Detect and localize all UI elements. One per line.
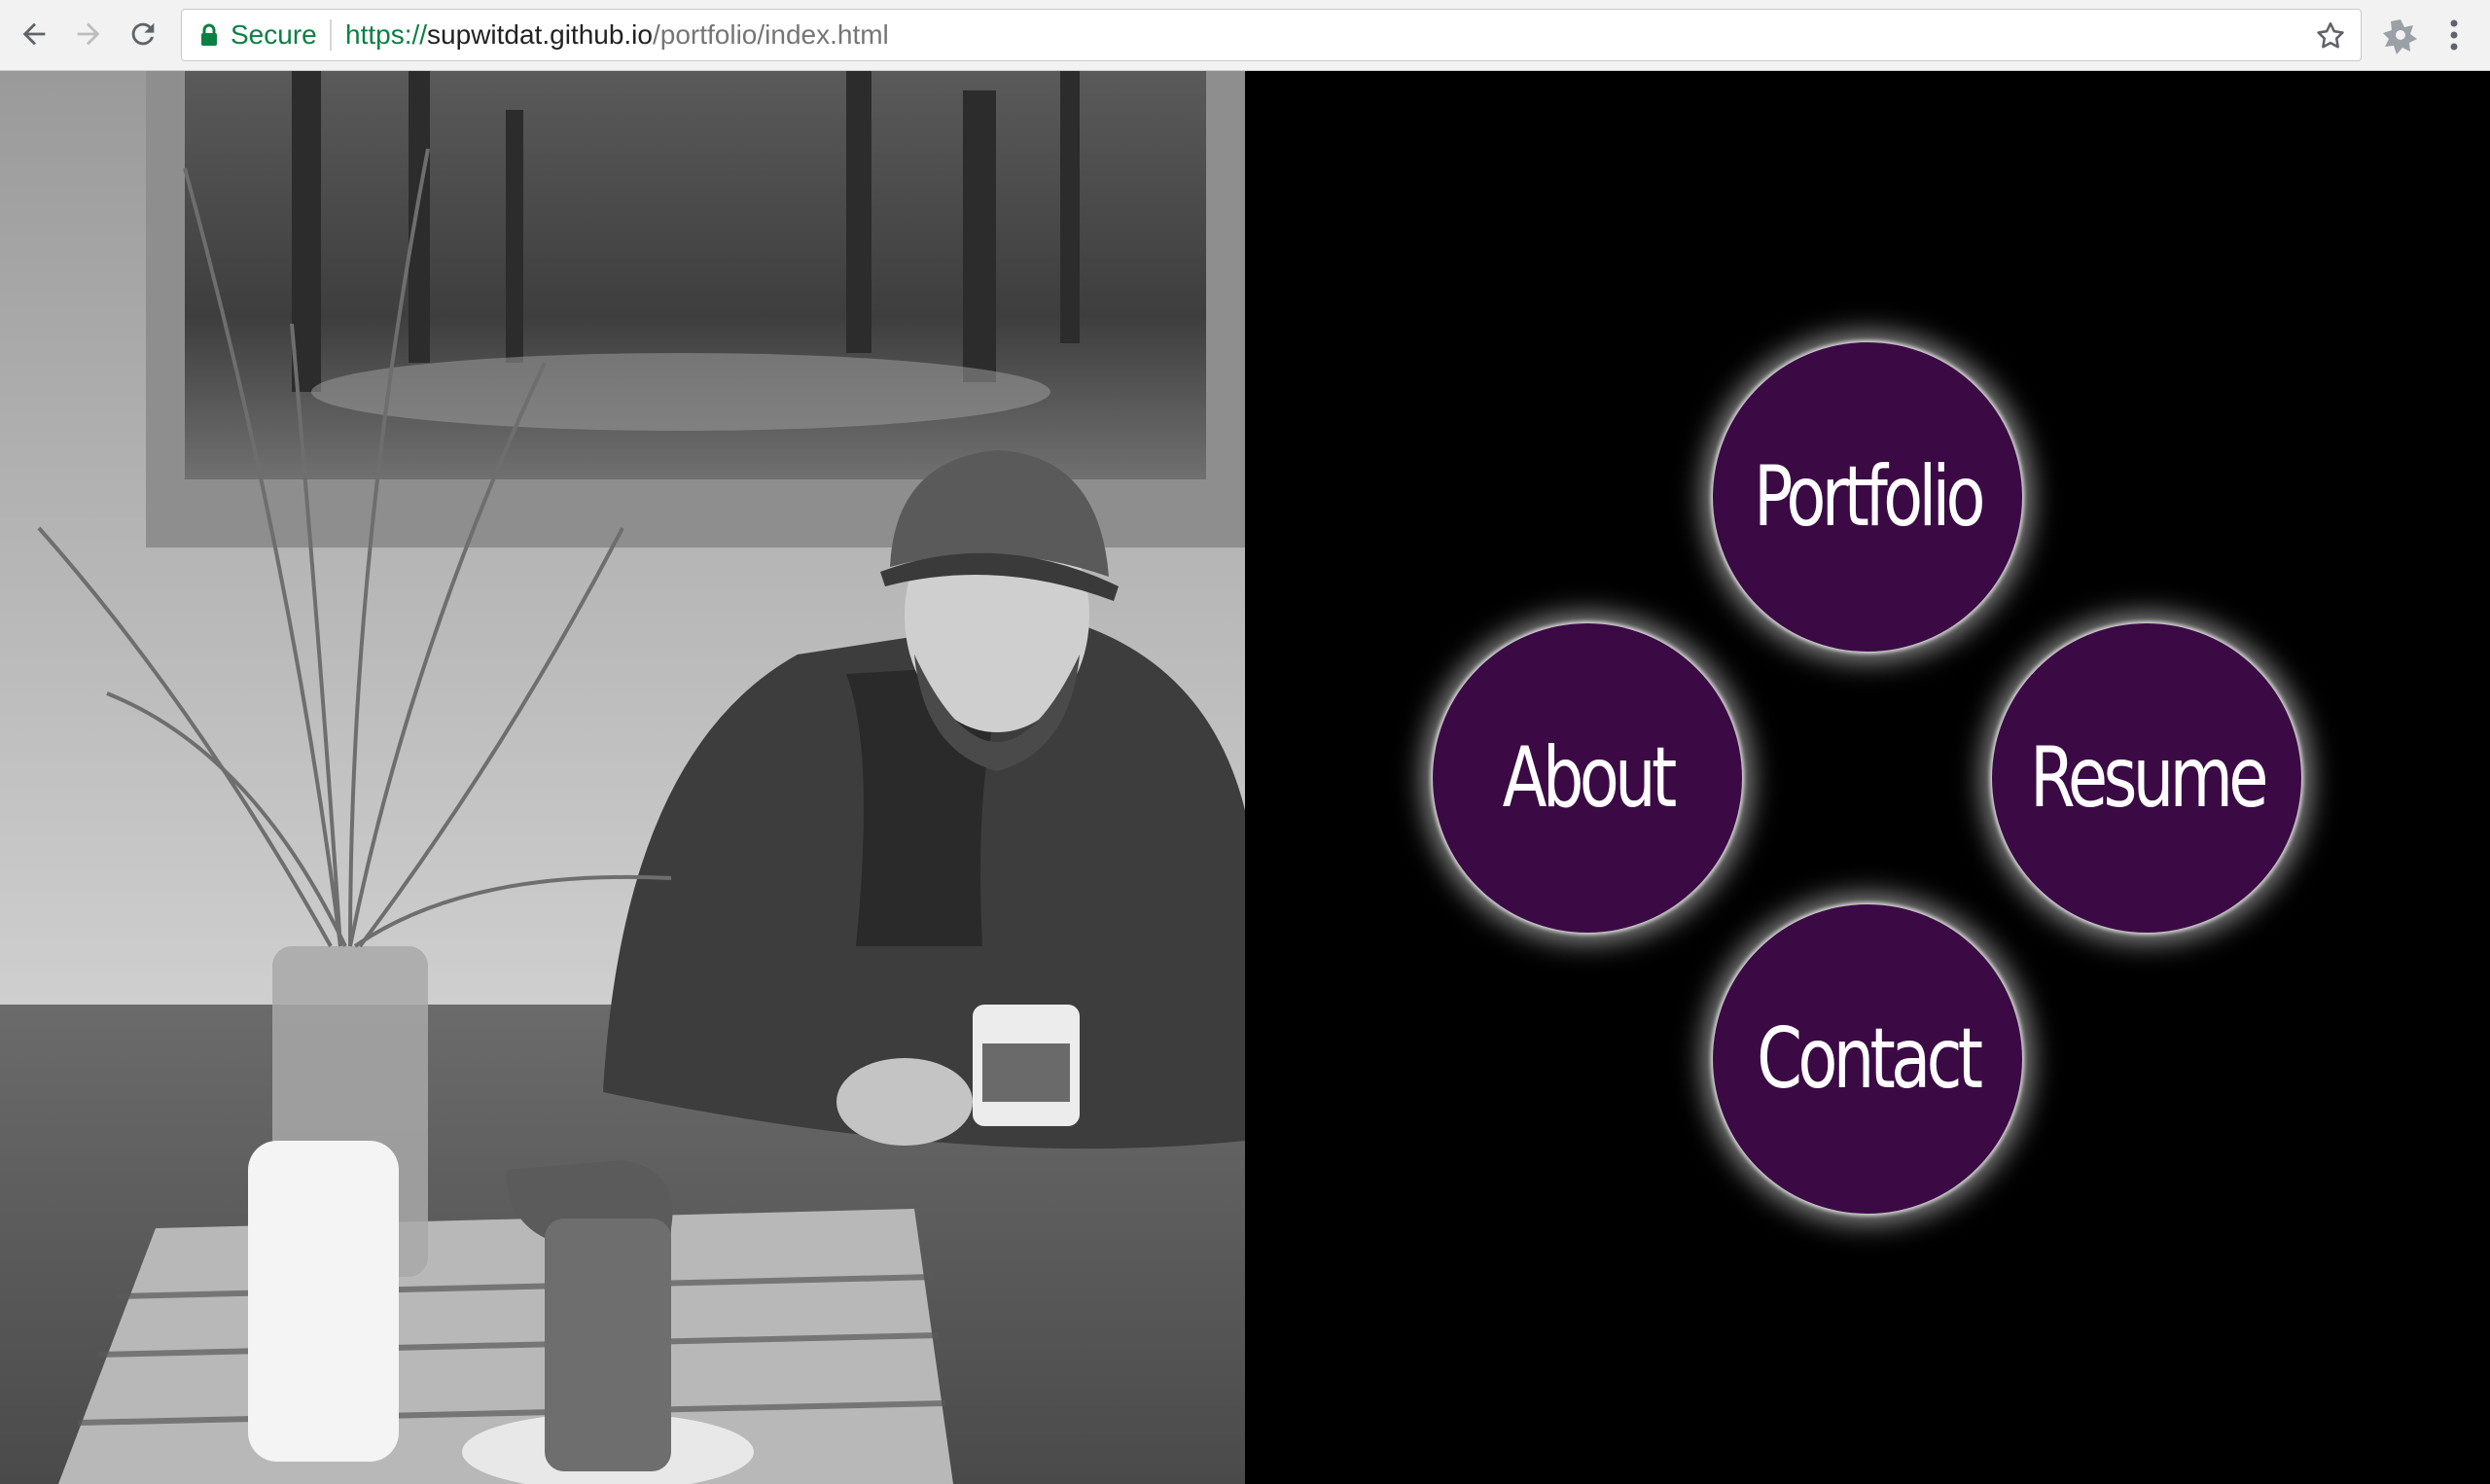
- nav-resume-label: Resume: [2029, 729, 2269, 827]
- nav-about-button[interactable]: About: [1433, 623, 1742, 933]
- nav-contact-button[interactable]: Contact: [1713, 904, 2022, 1214]
- nav-contact-label: Contact: [1756, 1010, 1983, 1108]
- bookmark-star-icon[interactable]: [2314, 19, 2347, 53]
- extension-icon[interactable]: [2381, 16, 2420, 54]
- address-bar[interactable]: Secure https://supwitdat.github.io/portf…: [181, 9, 2362, 61]
- portrait-image: [0, 71, 1245, 1484]
- lock-icon: [201, 23, 217, 46]
- page-content: Portfolio About Resume Contact: [0, 71, 2490, 1484]
- nav-portfolio-label: Portfolio: [1754, 448, 1986, 546]
- back-arrow-icon: [22, 22, 46, 46]
- url-text[interactable]: https://supwitdat.github.io/portfolio/in…: [345, 19, 889, 51]
- forward-arrow-icon: [77, 22, 100, 46]
- menu-dots-icon[interactable]: [2439, 16, 2469, 54]
- nav-about-label: About: [1502, 729, 1678, 827]
- nav-resume-button[interactable]: Resume: [1992, 623, 2301, 933]
- omnibox-divider: [330, 19, 332, 51]
- url-path: /portfolio/index.html: [652, 19, 889, 50]
- secure-label: Secure: [231, 19, 317, 50]
- reload-icon: [131, 22, 155, 46]
- url-host: supwitdat.github.io: [427, 19, 653, 50]
- back-button[interactable]: [12, 12, 56, 56]
- hero-photo: [0, 71, 1245, 1484]
- browser-toolbar: Secure https://supwitdat.github.io/portf…: [0, 0, 2490, 71]
- nav-portfolio-button[interactable]: Portfolio: [1713, 342, 2022, 652]
- reload-button[interactable]: [121, 12, 165, 56]
- url-scheme: https://: [345, 19, 428, 50]
- forward-button[interactable]: [66, 12, 111, 56]
